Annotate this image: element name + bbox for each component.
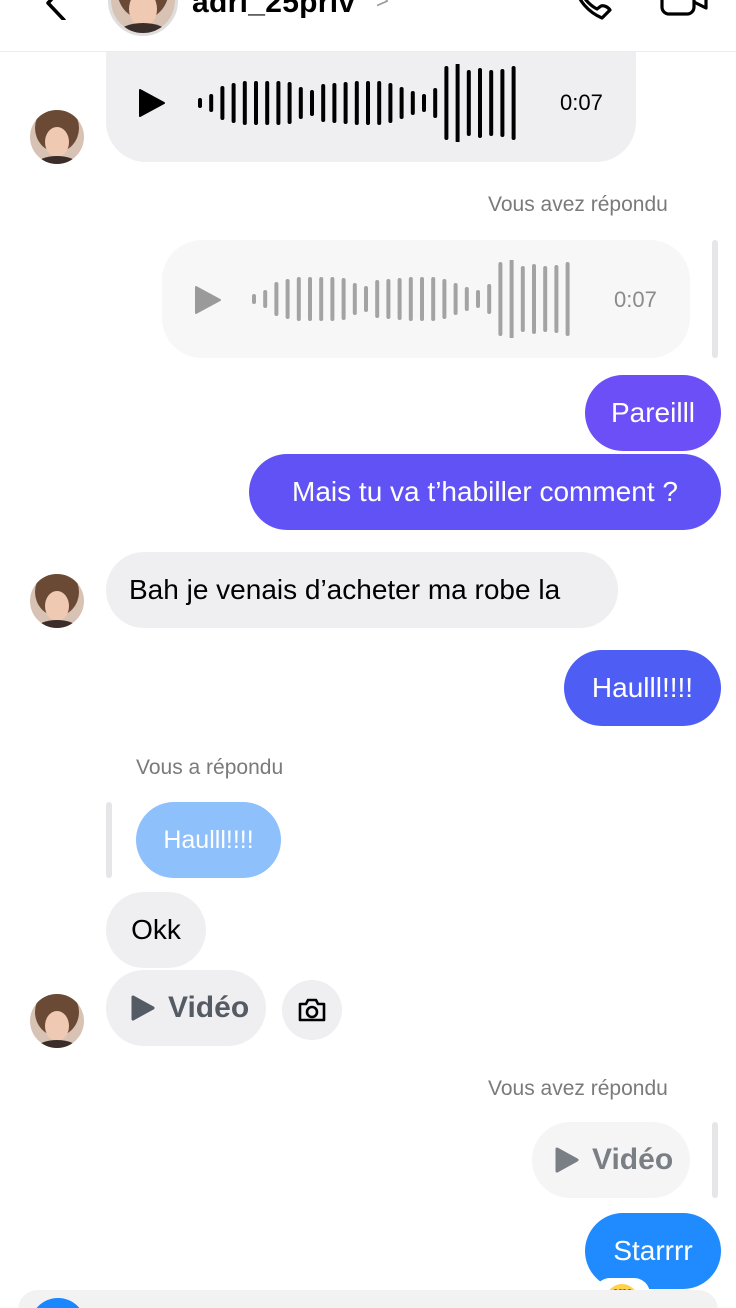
- video-label: Vidéo: [592, 1143, 674, 1176]
- outgoing-message[interactable]: Haulll!!!!: [564, 650, 721, 726]
- video-label: Vidéo: [168, 991, 250, 1024]
- back-chevron-icon[interactable]: [38, 0, 72, 20]
- message-text: Okk: [131, 914, 181, 945]
- message-text: Haulll!!!!: [163, 825, 254, 854]
- avatar-photo-icon: [30, 994, 84, 1048]
- sender-avatar[interactable]: [30, 994, 84, 1048]
- message-text: Pareilll: [610, 397, 696, 428]
- play-icon: [131, 995, 155, 1021]
- phone-icon[interactable]: [572, 0, 616, 20]
- camera-button[interactable]: [282, 980, 342, 1040]
- chat-header: adri_25priv >: [0, 0, 736, 52]
- chevron-right-icon[interactable]: >: [376, 0, 389, 14]
- quoted-message[interactable]: Haulll!!!!: [136, 802, 281, 878]
- message-text: Starrrr: [613, 1235, 693, 1266]
- sender-avatar[interactable]: [30, 574, 84, 628]
- message-text: Bah je venais d’acheter ma robe la: [129, 574, 561, 605]
- message-text: Mais tu va t’habiller comment ?: [292, 476, 678, 507]
- audio-waveform: [198, 64, 516, 142]
- message-text: Haulll!!!!: [591, 672, 694, 703]
- quoted-video-message[interactable]: Vidéo: [532, 1122, 690, 1198]
- quote-bar: [712, 1122, 718, 1198]
- header-avatar[interactable]: [108, 0, 178, 36]
- quote-bar: [106, 802, 112, 878]
- contact-username[interactable]: adri_25priv: [192, 0, 355, 20]
- camera-icon: [298, 998, 326, 1022]
- play-icon: [555, 1147, 579, 1173]
- avatar-photo-icon: [30, 574, 84, 628]
- reply-note: Vous a répondu: [136, 756, 284, 779]
- video-call-icon[interactable]: [658, 0, 710, 18]
- quote-bar: [712, 240, 718, 358]
- reply-note: Vous avez répondu: [488, 1077, 668, 1100]
- audio-waveform: [252, 260, 570, 338]
- outgoing-message[interactable]: Pareilll: [585, 375, 721, 451]
- incoming-message[interactable]: Okk: [106, 892, 206, 968]
- sender-avatar[interactable]: [30, 110, 84, 164]
- incoming-message[interactable]: Bah je venais d’acheter ma robe la: [106, 552, 618, 628]
- audio-duration: 0:07: [614, 287, 657, 312]
- reply-note: Vous avez répondu: [488, 193, 668, 216]
- audio-duration: 0:07: [560, 90, 603, 115]
- avatar-photo-icon: [111, 0, 175, 33]
- avatar-photo-icon: [30, 110, 84, 164]
- play-icon[interactable]: [138, 88, 166, 118]
- message-composer[interactable]: [18, 1290, 718, 1308]
- incoming-video-message[interactable]: Vidéo: [106, 970, 266, 1046]
- outgoing-message[interactable]: Mais tu va t’habiller comment ?: [249, 454, 721, 530]
- play-icon[interactable]: [194, 285, 222, 315]
